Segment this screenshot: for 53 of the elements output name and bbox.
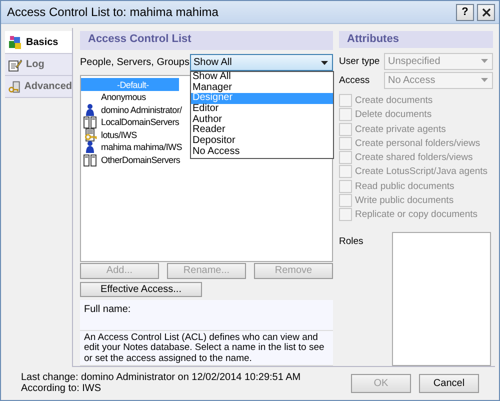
field-label: Access [339, 74, 371, 86]
effective-access-button[interactable]: Effective Access... [80, 282, 202, 298]
server-group-icon [83, 115, 97, 130]
tab[interactable]: Log [5, 54, 72, 76]
blocks-icon [8, 35, 22, 49]
window-title: Access Control List to: mahima mahima [7, 5, 220, 19]
section-header: Access Control List [80, 31, 333, 50]
dropdown-option[interactable]: Reader [190, 125, 332, 136]
dropdown-arrow-icon [481, 59, 488, 64]
dropdown-option[interactable]: Depositor [190, 136, 332, 147]
help-button[interactable]: ? [456, 4, 474, 20]
roles-label: Roles [339, 235, 364, 249]
dropdown-arrow-icon [321, 60, 328, 65]
filter-label: People, Servers, Groups [80, 57, 190, 68]
list-item[interactable]: LocalDomainServers [81, 116, 182, 128]
dropdown-arrow-icon [481, 78, 488, 82]
list-item[interactable]: Anonymous [81, 90, 148, 104]
checkbox-label: Create documents [355, 94, 433, 106]
list-item[interactable]: mahima mahima/IWS [81, 140, 184, 154]
according-to-text: According to: IWS [21, 383, 102, 394]
last-change-text: Last change: domino Administrator on 12/02/2014 10:29:51 AM [21, 372, 301, 383]
filter-dropdown[interactable]: Show All [190, 54, 333, 72]
full-name-label: Full name: [84, 304, 131, 316]
dropdown-option[interactable]: Show All [190, 72, 332, 83]
list-item[interactable]: OtherDomainServers [81, 153, 182, 166]
checkbox-label: Create shared folders/views [355, 152, 473, 164]
person-icon [83, 140, 97, 154]
dropdown-option[interactable]: Editor [190, 104, 332, 115]
key-icon [8, 80, 20, 94]
checkbox-label: Delete documents [355, 109, 432, 120]
checkbox-label: Write public documents [355, 195, 454, 206]
list-item[interactable]: domino Administrator/ [81, 103, 184, 116]
checkbox-label: Create personal folders/views [355, 138, 480, 149]
notepad-icon [8, 58, 22, 72]
checkbox-label: Create LotusScript/Java agents [355, 166, 488, 178]
tab[interactable]: Basics [5, 31, 73, 54]
list-item[interactable]: lotus/IWS [81, 128, 139, 141]
checkbox-label: Replicate or copy documents [355, 209, 478, 220]
checkbox-label: Read public documents [355, 180, 454, 192]
checkbox-label: Create private agents [355, 124, 446, 135]
section-header: Attributes [339, 31, 493, 48]
description-text: An Access Control List (ACL) defines who can view and edit your Notes database. Select a name in the list to see or set the access assigned to the name. [84, 332, 324, 364]
close-button[interactable] [477, 4, 495, 20]
server-key-icon [83, 128, 97, 142]
cancel-button[interactable]: Cancel [419, 374, 479, 392]
dropdown-option[interactable]: Author [190, 114, 332, 126]
dropdown-option[interactable]: Manager [190, 82, 332, 94]
close-icon [482, 8, 490, 16]
person-icon [83, 102, 97, 117]
field-label: User type [339, 56, 381, 67]
server-group-icon [83, 152, 97, 167]
tab[interactable]: Advanced [5, 76, 72, 98]
dropdown-option[interactable]: No Access [190, 146, 332, 158]
